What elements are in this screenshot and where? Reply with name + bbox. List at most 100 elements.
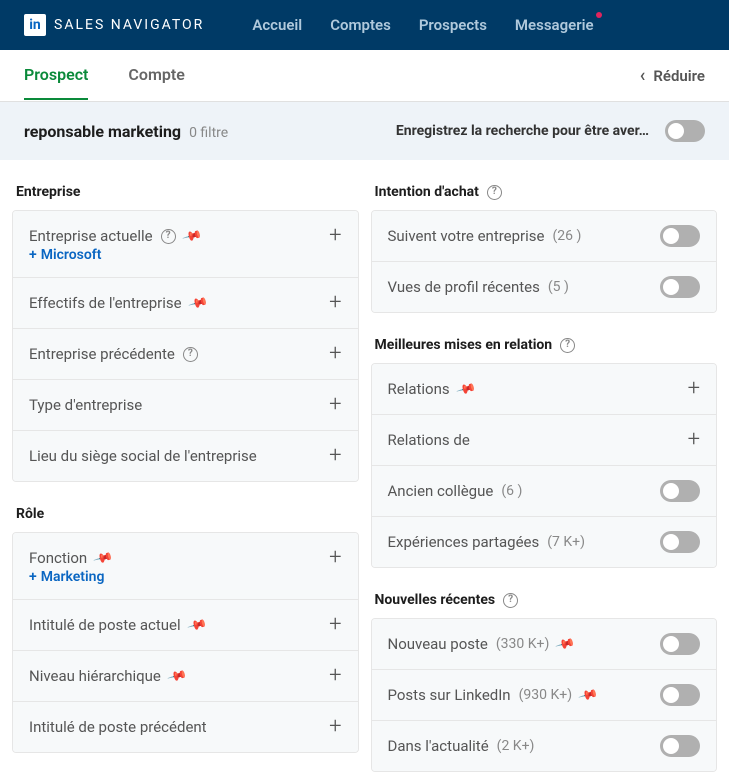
tabs: Prospect Compte — [24, 51, 185, 100]
left-column: Entreprise Entreprise actuelle ? 📌 + + M… — [12, 172, 359, 772]
filter-actualite: Dans l'actualité (2 K+) — [372, 721, 717, 771]
label-precedente: Entreprise précédente — [29, 345, 175, 363]
chip-row-entreprise: + Microsoft — [13, 247, 358, 278]
filter-vues: Vues de profil récentes (5 ) — [372, 262, 717, 312]
expand-icon[interactable]: + — [329, 225, 341, 247]
filter-lieu[interactable]: Lieu du siège social de l'entreprise + — [13, 431, 358, 481]
filter-posts: Posts sur LinkedIn (930 K+) 📌 — [372, 670, 717, 721]
save-search-toggle[interactable] — [665, 120, 705, 142]
pin-icon[interactable]: 📌 — [186, 614, 208, 635]
plus-icon: + — [29, 247, 37, 263]
brand-logo[interactable]: in SALES NAVIGATOR — [24, 14, 204, 36]
expand-icon[interactable]: + — [329, 716, 341, 738]
filter-niveau[interactable]: Niveau hiérarchique 📌 + — [13, 651, 358, 702]
chip-row-fonction: + Marketing — [13, 569, 358, 600]
pin-icon[interactable]: 📌 — [555, 633, 577, 654]
filter-precedente[interactable]: Entreprise précédente ? + — [13, 329, 358, 380]
filter-poste-precedent[interactable]: Intitulé de poste précédent + — [13, 702, 358, 752]
chevron-left-icon: ‹ — [640, 65, 646, 86]
search-bar: reponsable marketing 0 filtre Enregistre… — [0, 102, 729, 160]
nav-messagerie[interactable]: Messagerie — [515, 16, 594, 34]
filter-exp: Expériences partagées (7 K+) — [372, 517, 717, 567]
count-vues: (5 ) — [548, 279, 569, 295]
label-type: Type d'entreprise — [29, 396, 142, 414]
tab-compte[interactable]: Compte — [128, 51, 184, 100]
expand-icon[interactable]: + — [329, 665, 341, 687]
count-ancien: (6 ) — [501, 483, 522, 499]
expand-icon[interactable]: + — [329, 614, 341, 636]
filter-relations[interactable]: Relations 📌 + — [372, 364, 717, 415]
label-actualite: Dans l'actualité — [388, 737, 489, 755]
add-chip-marketing[interactable]: + Marketing — [29, 569, 342, 585]
search-left: reponsable marketing 0 filtre — [24, 122, 228, 141]
expand-icon[interactable]: + — [688, 378, 700, 400]
section-news-label: Nouvelles récentes — [375, 592, 496, 608]
help-icon[interactable]: ? — [161, 229, 176, 244]
help-icon[interactable]: ? — [560, 338, 575, 353]
nav-prospects[interactable]: Prospects — [419, 16, 487, 34]
news-group: Nouveau poste (330 K+) 📌 Posts sur Linke… — [371, 618, 718, 772]
filter-effectifs[interactable]: Effectifs de l'entreprise 📌 + — [13, 278, 358, 329]
label-nouveau: Nouveau poste — [388, 635, 488, 653]
add-chip-microsoft[interactable]: + Microsoft — [29, 247, 342, 263]
nav-accueil[interactable]: Accueil — [252, 16, 302, 34]
toggle-exp[interactable] — [660, 531, 700, 553]
reduce-button[interactable]: ‹ Réduire — [640, 65, 705, 86]
count-exp: (7 K+) — [547, 534, 585, 550]
pin-icon[interactable]: 📌 — [455, 378, 477, 399]
intention-group: Suivent votre entreprise (26 ) Vues de p… — [371, 210, 718, 313]
expand-icon[interactable]: + — [329, 445, 341, 467]
entreprise-group: Entreprise actuelle ? 📌 + + Microsoft Ef… — [12, 210, 359, 482]
label-posts: Posts sur LinkedIn — [388, 686, 511, 704]
help-icon[interactable]: ? — [487, 185, 502, 200]
nav-comptes[interactable]: Comptes — [330, 16, 391, 34]
section-news: Nouvelles récentes ? — [371, 580, 718, 618]
plus-icon: + — [29, 569, 37, 585]
search-query[interactable]: reponsable marketing — [24, 122, 181, 141]
filter-relations-de[interactable]: Relations de + — [372, 415, 717, 466]
help-icon[interactable]: ? — [183, 347, 198, 362]
toggle-ancien[interactable] — [660, 480, 700, 502]
label-exp: Expériences partagées — [388, 533, 540, 551]
section-entreprise-label: Entreprise — [16, 184, 80, 200]
section-role: Rôle — [12, 494, 359, 532]
filter-poste-actuel[interactable]: Intitulé de poste actuel 📌 + — [13, 600, 358, 651]
count-suivent: (26 ) — [553, 228, 582, 244]
relations-group: Relations 📌 + Relations de + Ancien coll… — [371, 363, 718, 568]
pin-icon[interactable]: 📌 — [93, 547, 115, 568]
section-relations-label: Meilleures mises en relation — [375, 337, 553, 353]
pin-icon[interactable]: 📌 — [187, 292, 209, 313]
label-vues: Vues de profil récentes — [388, 278, 540, 296]
label-relations: Relations — [388, 380, 450, 398]
help-icon[interactable]: ? — [503, 593, 518, 608]
expand-icon[interactable]: + — [329, 292, 341, 314]
toggle-suivent[interactable] — [660, 225, 700, 247]
filter-type[interactable]: Type d'entreprise + — [13, 380, 358, 431]
toggle-posts[interactable] — [660, 684, 700, 706]
save-search-label: Enregistrez la recherche pour être aver… — [396, 123, 649, 139]
tab-prospect[interactable]: Prospect — [24, 51, 88, 100]
toggle-actualite[interactable] — [660, 735, 700, 757]
nav-links: Accueil Comptes Prospects Messagerie — [252, 16, 593, 34]
label-suivent: Suivent votre entreprise — [388, 227, 545, 245]
pin-icon[interactable]: 📌 — [577, 684, 599, 705]
chip-label: Marketing — [41, 569, 105, 585]
expand-icon[interactable]: + — [688, 429, 700, 451]
label-fonction: Fonction — [29, 549, 87, 567]
brand-text: SALES NAVIGATOR — [54, 17, 204, 33]
label-niveau: Niveau hiérarchique — [29, 667, 161, 685]
linkedin-icon: in — [24, 14, 46, 36]
expand-icon[interactable]: + — [329, 547, 341, 569]
section-intention-label: Intention d'achat — [375, 184, 479, 200]
pin-icon[interactable]: 📌 — [166, 665, 188, 686]
filter-ancien: Ancien collègue (6 ) — [372, 466, 717, 517]
toggle-vues[interactable] — [660, 276, 700, 298]
filter-suivent: Suivent votre entreprise (26 ) — [372, 211, 717, 262]
label-effectifs: Effectifs de l'entreprise — [29, 294, 182, 312]
label-ancien: Ancien collègue — [388, 482, 494, 500]
expand-icon[interactable]: + — [329, 343, 341, 365]
expand-icon[interactable]: + — [329, 394, 341, 416]
pin-icon[interactable]: 📌 — [181, 225, 203, 246]
toggle-nouveau[interactable] — [660, 633, 700, 655]
top-nav: in SALES NAVIGATOR Accueil Comptes Prosp… — [0, 0, 729, 50]
